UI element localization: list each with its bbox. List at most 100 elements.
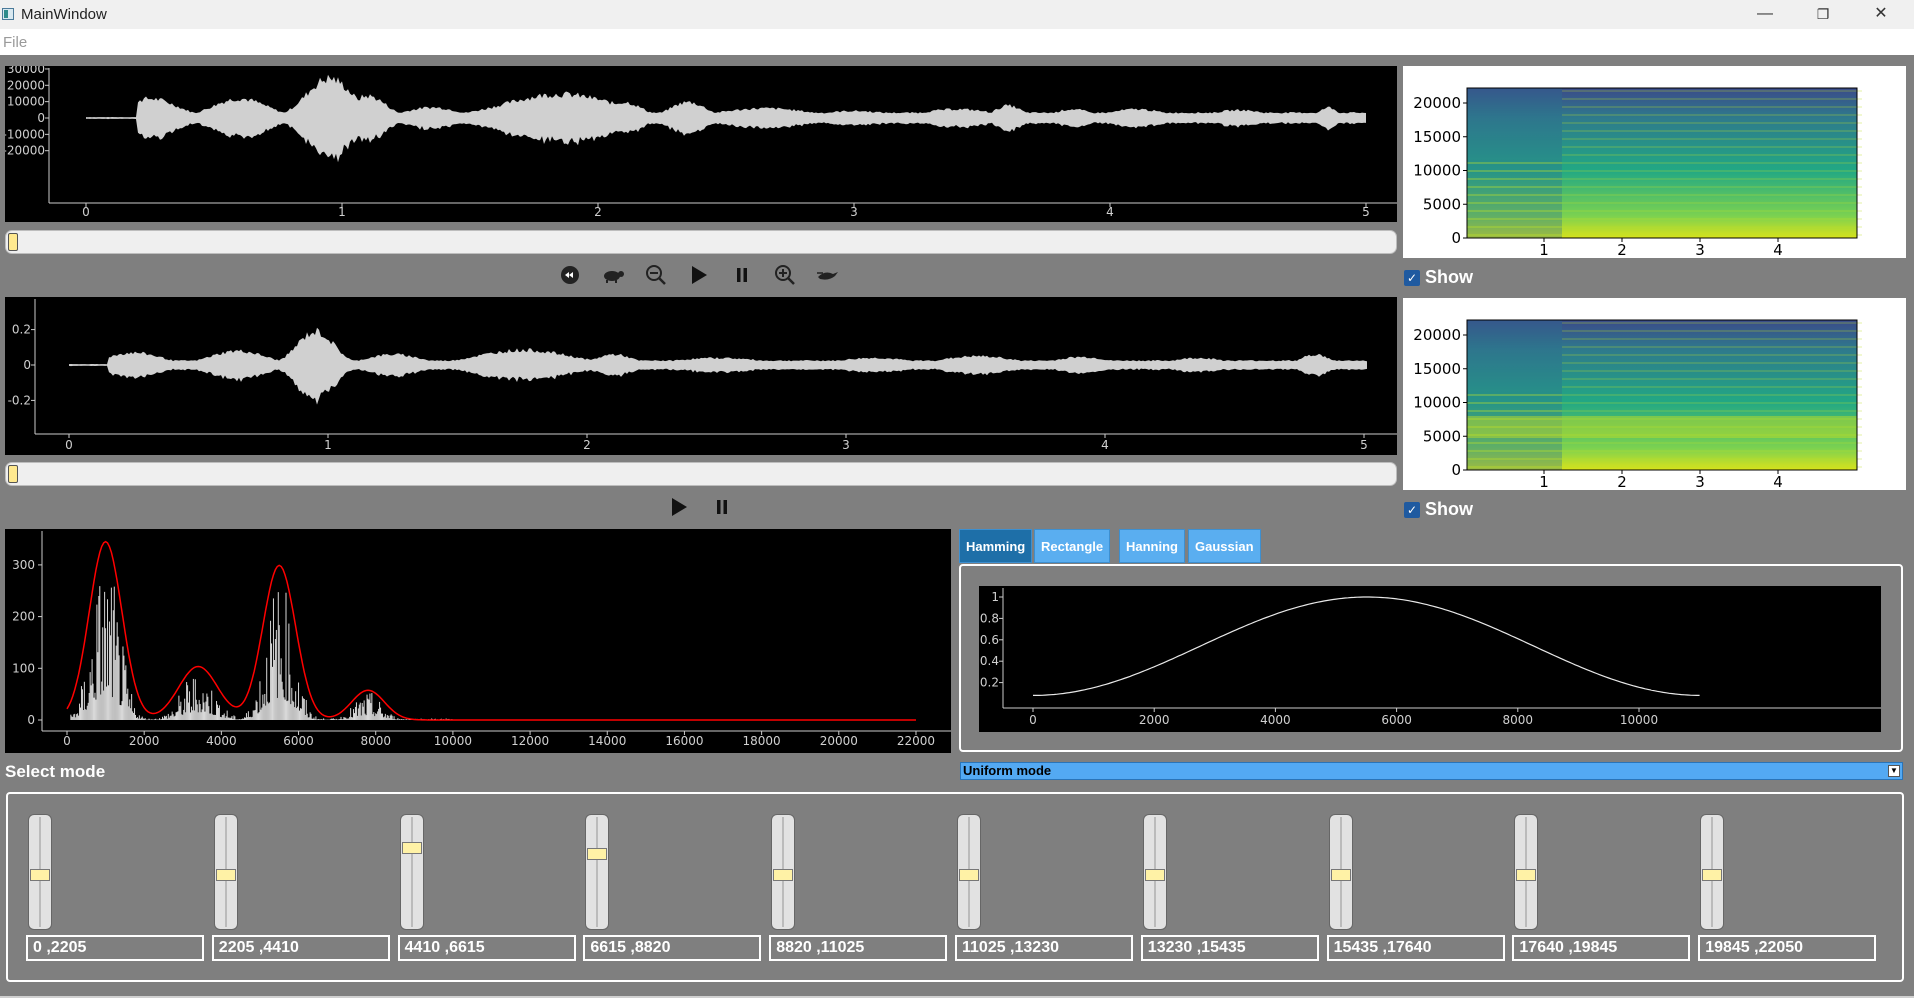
spectrogram1-show-checkbox[interactable]: ✓ — [1404, 270, 1420, 286]
spectrogram1-x-tick-label: 3 — [1695, 241, 1705, 258]
processed-signal-plot[interactable]: 0.2 0 -0.2 0 1 2 3 4 5 — [5, 297, 1397, 455]
tab-rectangle[interactable]: Rectangle — [1034, 529, 1111, 563]
spectrogram1-y-tick-label: 20000 — [1413, 94, 1461, 112]
spectrogram2-x-ticks: 1 2 3 4 — [1539, 470, 1783, 490]
spectrogram2-y-tick-label: 10000 — [1413, 394, 1461, 412]
mode-dropdown[interactable]: Uniform mode ▼ — [960, 762, 1903, 780]
spectrogram1-x-tick-label: 2 — [1617, 241, 1627, 258]
window-y-tick-label: 0.6 — [980, 633, 999, 647]
window-y-tick-label: 0.8 — [980, 611, 999, 625]
band-slider-handle[interactable] — [959, 869, 979, 881]
tab-gaussian[interactable]: Gaussian — [1188, 529, 1261, 563]
band-range-label: 0 ,2205 — [26, 935, 204, 961]
restore-button[interactable]: ❐ — [1794, 0, 1852, 29]
original-signal-plot[interactable]: 30000 20000 10000 0 -10000 -20000 0 1 2 3 4 5 — [5, 66, 1397, 222]
frequency-spectrum-plot[interactable]: 300 200 100 0 0 2000 4000 6000 8000 10000 12000 14… — [5, 529, 951, 753]
close-button[interactable]: ✕ — [1852, 0, 1910, 29]
spectrogram2-y-tick-label: 5000 — [1423, 427, 1461, 445]
window-function-plot[interactable]: 1 0.8 0.6 0.4 0.2 0 2000 4000 6000 8000 10000 — [979, 586, 1881, 732]
band-slider-10[interactable] — [1700, 814, 1725, 930]
band-slider-handle[interactable] — [215, 869, 236, 881]
spectrogram2-y-tick-label: 20000 — [1413, 326, 1461, 344]
window-x-tick-label: 4000 — [1260, 713, 1291, 727]
slow-down-icon[interactable] — [598, 260, 628, 290]
spectrogram2-x-tick-label: 2 — [1617, 473, 1627, 490]
signal2-x-ticks: 0 1 2 3 4 5 — [65, 434, 1368, 452]
band-range-label: 13230 ,15435 — [1140, 935, 1319, 961]
signal1-scroll-handle[interactable] — [8, 233, 18, 251]
signal2-scrollbar[interactable] — [5, 462, 1397, 486]
band-slider-handle[interactable] — [401, 841, 422, 854]
signal2-x-tick-label: 3 — [842, 438, 850, 452]
minimize-button[interactable]: — — [1736, 0, 1794, 29]
chevron-down-icon[interactable]: ▼ — [1888, 765, 1900, 777]
window-curve — [1033, 596, 1700, 696]
signal1-y-tick-label: -10000 — [5, 127, 45, 141]
band-slider-1[interactable] — [28, 814, 52, 930]
spectrogram2-y-tick-label: 15000 — [1413, 360, 1461, 378]
play-icon[interactable] — [664, 492, 694, 522]
spectrogram1-y-tick-label: 5000 — [1423, 195, 1461, 213]
band-slider-handle[interactable] — [30, 869, 50, 881]
spectrogram1-x-tick-label: 1 — [1539, 241, 1549, 258]
spectrogram1-y-ticks: 20000 15000 10000 5000 0 — [1413, 94, 1467, 247]
signal1-scrollbar[interactable] — [5, 230, 1397, 254]
band-slider-handle[interactable] — [1144, 869, 1165, 881]
signal1-x-tick-label: 2 — [594, 205, 602, 219]
zoom-in-icon[interactable] — [770, 260, 800, 290]
signal2-x-tick-label: 1 — [324, 438, 332, 452]
signal1-y-ticks: 30000 20000 10000 0 -10000 -20000 — [5, 66, 49, 158]
spectrum-x-tick-label: 4000 — [206, 734, 237, 748]
signal2-scroll-handle[interactable] — [8, 465, 18, 483]
tab-hanning[interactable]: Hanning — [1119, 529, 1185, 563]
signal2-waveform — [69, 327, 1367, 405]
spectrum-envelope — [66, 540, 916, 721]
band-slider-2[interactable] — [213, 814, 238, 930]
pause-icon[interactable] — [707, 492, 737, 522]
signal2-y-tick-label: 0.2 — [12, 323, 31, 337]
band-slider-handle[interactable] — [773, 869, 794, 881]
menu-file[interactable]: File — [3, 34, 27, 51]
spectrogram2-show-checkbox[interactable]: ✓ — [1404, 502, 1420, 518]
window-x-tick-label: 10000 — [1620, 713, 1658, 727]
spectrogram2-x-tick-label: 1 — [1539, 473, 1549, 490]
app-icon — [2, 8, 14, 20]
spectrum-x-tick-label: 0 — [63, 734, 71, 748]
band-slider-handle[interactable] — [1516, 869, 1537, 881]
spectrum-x-tick-label: 10000 — [434, 734, 472, 748]
band-slider-8[interactable] — [1328, 814, 1353, 930]
window-y-tick-label: 0.2 — [980, 676, 999, 690]
speed-up-icon[interactable] — [813, 260, 843, 290]
pause-icon[interactable] — [727, 260, 757, 290]
window-y-ticks: 1 0.8 0.6 0.4 0.2 — [980, 590, 1003, 690]
window-function-frame: 1 0.8 0.6 0.4 0.2 0 2000 4000 6000 8000 10000 — [959, 564, 1903, 752]
band-slider-4[interactable] — [585, 814, 610, 930]
band-slider-5[interactable] — [771, 814, 796, 930]
spectrogram2-x-tick-label: 3 — [1695, 473, 1705, 490]
band-slider-handle[interactable] — [587, 848, 608, 861]
spectrogram2-image — [1466, 319, 1862, 471]
play-icon[interactable] — [684, 260, 714, 290]
signal1-waveform — [86, 74, 1366, 163]
spectrogram2-y-tick-label: 0 — [1451, 461, 1461, 479]
band-slider-7[interactable] — [1142, 814, 1167, 930]
band-range-label: 2205 ,4410 — [211, 935, 390, 961]
zoom-out-icon[interactable] — [641, 260, 671, 290]
band-slider-handle[interactable] — [1330, 869, 1351, 881]
spectrogram1-x-ticks: 1 2 3 4 — [1539, 238, 1783, 258]
band-range-label: 17640 ,19845 — [1512, 935, 1691, 961]
window-x-tick-label: 8000 — [1503, 713, 1534, 727]
spectrogram1-panel: 20000 15000 10000 5000 0 1 2 3 4 — [1403, 66, 1906, 258]
spectrum-y-ticks: 300 200 100 0 — [12, 558, 42, 727]
band-slider-6[interactable] — [957, 814, 981, 930]
signal2-x-tick-label: 2 — [583, 438, 591, 452]
tab-hamming[interactable]: Hamming — [959, 529, 1033, 563]
spectrogram2-y-ticks: 20000 15000 10000 5000 0 — [1413, 326, 1467, 479]
signal2-y-tick-label: 0 — [23, 358, 31, 372]
window-x-tick-label: 2000 — [1139, 713, 1170, 727]
band-slider-3[interactable] — [399, 814, 424, 930]
band-slider-9[interactable] — [1514, 814, 1539, 930]
band-slider-handle[interactable] — [1702, 869, 1723, 881]
spectrum-x-tick-label: 6000 — [283, 734, 314, 748]
rewind-icon[interactable] — [555, 260, 585, 290]
